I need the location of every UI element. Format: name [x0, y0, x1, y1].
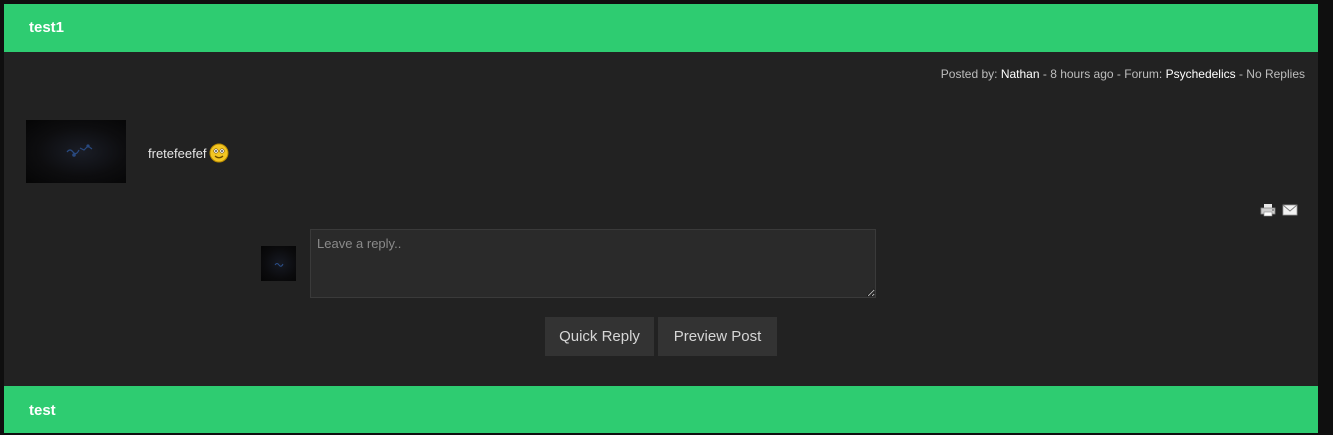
author-link[interactable]: Nathan	[1001, 67, 1040, 81]
post-content: fretefeefef	[148, 143, 229, 163]
replies-separator: -	[1235, 67, 1247, 81]
print-icon[interactable]	[1260, 203, 1276, 217]
author-avatar[interactable]	[26, 120, 126, 183]
quick-reply-button[interactable]: Quick Reply	[545, 317, 654, 356]
thread-title[interactable]: test	[29, 402, 56, 419]
thread-title[interactable]: test1	[29, 19, 64, 36]
thread-title-bar: test1	[4, 4, 1318, 52]
posted-by-label: Posted by:	[940, 67, 998, 81]
post-text: fretefeefef	[148, 145, 207, 161]
time-separator: -	[1039, 67, 1051, 81]
forum-link[interactable]: Psychedelics	[1166, 67, 1236, 81]
reply-textarea[interactable]	[310, 229, 876, 298]
forum-label: - Forum:	[1113, 67, 1166, 81]
post-time: 8 hours ago	[1050, 67, 1114, 81]
post-meta: Posted by: Nathan - 8 hours ago - Forum:…	[941, 67, 1305, 81]
post-tools	[1260, 203, 1298, 217]
reply-count: No Replies	[1246, 67, 1305, 81]
forum-container: test1 Posted by: Nathan - 8 hours ago - …	[4, 4, 1318, 433]
preview-post-button[interactable]: Preview Post	[658, 317, 777, 356]
smiley-icon	[209, 143, 229, 163]
email-icon[interactable]	[1282, 203, 1298, 217]
thread-title-bar: test	[4, 386, 1318, 433]
reply-avatar	[261, 246, 296, 281]
